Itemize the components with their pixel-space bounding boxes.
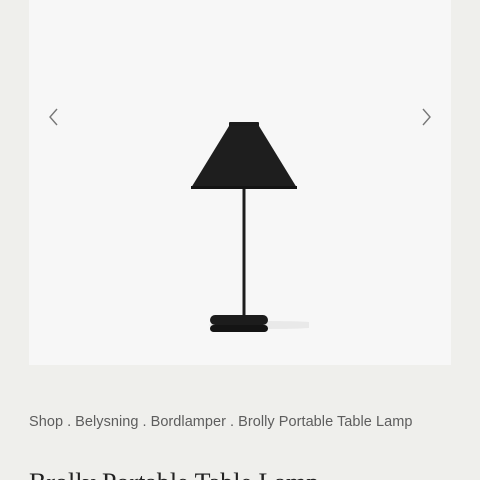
breadcrumb-separator: . [230, 414, 235, 430]
breadcrumb-shop[interactable]: Shop [29, 414, 63, 430]
breadcrumb-separator: . [67, 414, 72, 430]
product-page: Shop. Belysning. Bordlamper. Brolly Portabl… [0, 0, 480, 480]
breadcrumb-bordlamper[interactable]: Bordlamper [151, 414, 226, 430]
chevron-right-icon [422, 108, 431, 126]
breadcrumb-belysning[interactable]: Belysning [75, 414, 138, 430]
breadcrumb-current: Brolly Portable Table Lamp [238, 414, 413, 430]
gallery-prev-button[interactable] [42, 105, 66, 129]
breadcrumb-separator: . [142, 414, 147, 430]
product-gallery [29, 0, 451, 365]
lamp-stem [242, 189, 246, 316]
product-title: Brolly Portable Table Lamp [29, 468, 319, 480]
breadcrumb: Shop. Belysning. Bordlamper. Brolly Portabl… [29, 414, 412, 430]
chevron-left-icon [49, 108, 58, 126]
lamp-shade [191, 126, 297, 188]
gallery-next-button[interactable] [414, 105, 438, 129]
lamp-base [210, 315, 268, 325]
product-image [191, 122, 309, 332]
